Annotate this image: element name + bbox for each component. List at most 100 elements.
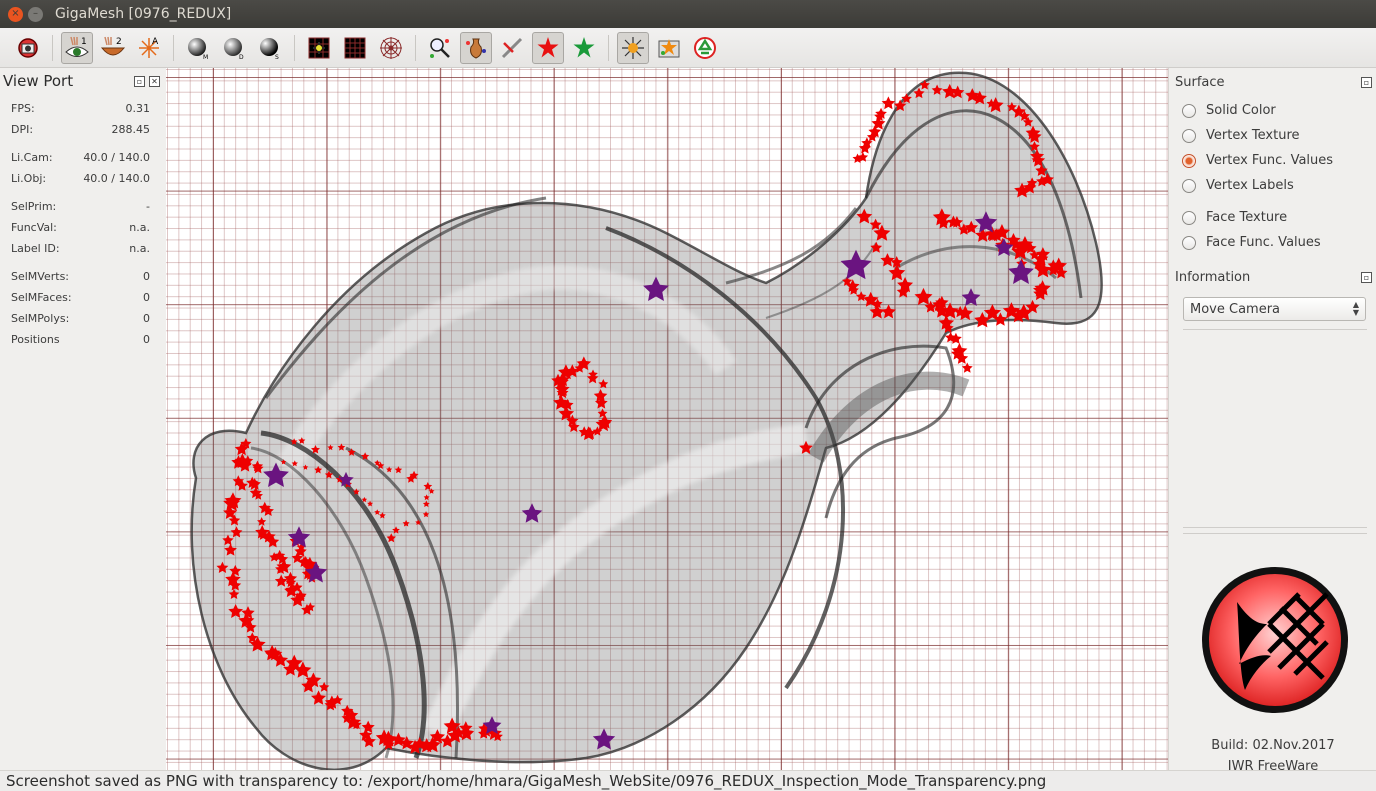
red-star-icon bbox=[537, 36, 559, 57]
screenshot-button[interactable] bbox=[653, 32, 685, 64]
radio-button-icon[interactable] bbox=[1182, 128, 1196, 143]
toolbar-separator bbox=[52, 34, 53, 61]
light-spot-button[interactable] bbox=[617, 31, 649, 64]
light-spot-icon bbox=[622, 36, 644, 59]
toolbar-separator bbox=[415, 34, 416, 61]
grid-button[interactable] bbox=[339, 32, 371, 64]
vase-markers-button[interactable] bbox=[460, 31, 492, 64]
surface-section-header: Surface ▫ bbox=[1169, 70, 1376, 94]
grid-icon bbox=[344, 37, 366, 58]
float-panel-icon[interactable]: ▫ bbox=[134, 75, 145, 87]
green-marker-button[interactable] bbox=[568, 32, 600, 64]
viewport-panel-title: View Port bbox=[3, 72, 74, 90]
info-row-positions: Positions 0 bbox=[11, 333, 150, 346]
screenshot-icon bbox=[658, 38, 680, 57]
radio-vertex-texture[interactable]: Vertex Texture bbox=[1169, 123, 1376, 148]
title-bar: × – GigaMesh [0976_REDUX] bbox=[0, 0, 1376, 28]
svg-text:M: M bbox=[203, 54, 208, 61]
radio-button-icon[interactable] bbox=[1182, 235, 1196, 250]
svg-text:1: 1 bbox=[81, 37, 87, 47]
shading-m-button[interactable]: M bbox=[182, 32, 214, 64]
close-window-button[interactable]: × bbox=[8, 6, 23, 22]
info-row-light-object: Li.Obj: 40.0 / 140.0 bbox=[11, 172, 150, 185]
gigamesh-logo bbox=[1199, 564, 1351, 720]
bowl-view-button[interactable]: 2 bbox=[97, 32, 129, 64]
grid-cross-button[interactable] bbox=[303, 32, 335, 64]
minimize-icon: – bbox=[33, 8, 38, 19]
main-toolbar: 1 2 A M D S bbox=[0, 28, 1376, 68]
inspection-mode-button[interactable]: 1 bbox=[61, 31, 93, 64]
grid-cross-icon bbox=[308, 37, 330, 58]
info-row-selected-primitive: SelPrim: - bbox=[11, 200, 150, 213]
toolbar-separator bbox=[173, 34, 174, 61]
home-view-button[interactable] bbox=[12, 32, 44, 64]
home-view-icon bbox=[18, 37, 38, 58]
info-row-fps: FPS: 0.31 bbox=[11, 102, 150, 115]
information-section-title: Information bbox=[1175, 269, 1251, 285]
green-star-icon bbox=[573, 36, 595, 57]
light-a-icon: A bbox=[139, 37, 159, 58]
recycle-icon bbox=[694, 36, 716, 59]
red-marker-button[interactable] bbox=[532, 31, 564, 64]
minimize-window-button[interactable]: – bbox=[28, 6, 43, 22]
radio-button-selected-icon[interactable] bbox=[1182, 153, 1196, 168]
info-row-selected-vertices: SelMVerts: 0 bbox=[11, 270, 150, 283]
divider bbox=[1183, 527, 1367, 528]
svg-text:2: 2 bbox=[116, 37, 122, 47]
close-icon: × bbox=[11, 8, 20, 19]
info-row-light-camera: Li.Cam: 40.0 / 140.0 bbox=[11, 151, 150, 164]
sphere-m-icon: M bbox=[188, 37, 208, 61]
mouse-mode-select[interactable]: Move Camera ▲ ▼ bbox=[1183, 297, 1366, 321]
select-wand-icon bbox=[430, 37, 450, 58]
float-panel-icon[interactable]: ▫ bbox=[1361, 271, 1372, 283]
select-wand-button[interactable] bbox=[424, 32, 456, 64]
red-marker bbox=[961, 362, 973, 373]
info-row-selected-polylines: SelMPolys: 0 bbox=[11, 312, 150, 325]
svg-text:A: A bbox=[152, 37, 159, 47]
cut-button[interactable] bbox=[496, 32, 528, 64]
polar-grid-icon bbox=[380, 36, 402, 59]
mouse-mode-value: Move Camera bbox=[1190, 301, 1281, 317]
information-section-header: Information ▫ bbox=[1169, 265, 1376, 289]
divider bbox=[1183, 329, 1367, 330]
info-row-label-id: Label ID: n.a. bbox=[11, 242, 150, 255]
radio-vertex-labels[interactable]: Vertex Labels bbox=[1169, 173, 1376, 198]
red-marker bbox=[881, 96, 896, 110]
sphere-s-icon: S bbox=[260, 37, 279, 61]
bowl-2-icon: 2 bbox=[100, 36, 126, 55]
radio-face-texture[interactable]: Face Texture bbox=[1169, 205, 1376, 230]
status-bar: Screenshot saved as PNG with transparenc… bbox=[0, 770, 1376, 791]
build-date: Build: 02.Nov.2017 bbox=[1211, 738, 1335, 753]
surface-section-title: Surface bbox=[1175, 74, 1225, 90]
cut-icon bbox=[501, 37, 523, 58]
radio-vertex-func-values[interactable]: Vertex Func. Values bbox=[1169, 148, 1376, 173]
radio-button-icon[interactable] bbox=[1182, 103, 1196, 118]
radio-face-func-values[interactable]: Face Func. Values bbox=[1169, 230, 1376, 255]
svg-text:S: S bbox=[275, 54, 279, 61]
spin-arrows-icon: ▲ ▼ bbox=[1352, 300, 1359, 317]
info-row-function-value: FuncVal: n.a. bbox=[11, 221, 150, 234]
3d-viewport[interactable] bbox=[166, 68, 1168, 770]
viewport-panel-header: View Port ▫ ✕ bbox=[0, 68, 166, 94]
float-panel-icon[interactable]: ▫ bbox=[1361, 76, 1372, 88]
toolbar-separator bbox=[294, 34, 295, 61]
shading-d-button[interactable]: D bbox=[218, 32, 250, 64]
shading-s-button[interactable]: S bbox=[254, 32, 286, 64]
polar-grid-button[interactable] bbox=[375, 32, 407, 64]
light-mode-button[interactable]: A bbox=[133, 32, 165, 64]
info-row-selected-faces: SelMFaces: 0 bbox=[11, 291, 150, 304]
gigamesh-logo-icon bbox=[1202, 567, 1348, 713]
close-panel-icon[interactable]: ✕ bbox=[149, 75, 160, 87]
divider bbox=[1183, 533, 1367, 534]
mesh-render bbox=[190, 71, 1103, 770]
radio-solid-color[interactable]: Solid Color bbox=[1169, 98, 1376, 123]
sphere-d-icon: D bbox=[224, 37, 244, 61]
window-title: GigaMesh [0976_REDUX] bbox=[55, 6, 232, 22]
svg-text:D: D bbox=[239, 54, 244, 61]
vase-stars-icon bbox=[466, 38, 486, 59]
viewport-info-panel: View Port ▫ ✕ FPS: 0.31 DPI: 288.45 Li.Cam… bbox=[0, 68, 166, 770]
radio-button-icon[interactable] bbox=[1182, 178, 1196, 193]
radio-button-icon[interactable] bbox=[1182, 210, 1196, 225]
recycle-button[interactable] bbox=[689, 32, 721, 64]
toolbar-separator bbox=[608, 34, 609, 61]
